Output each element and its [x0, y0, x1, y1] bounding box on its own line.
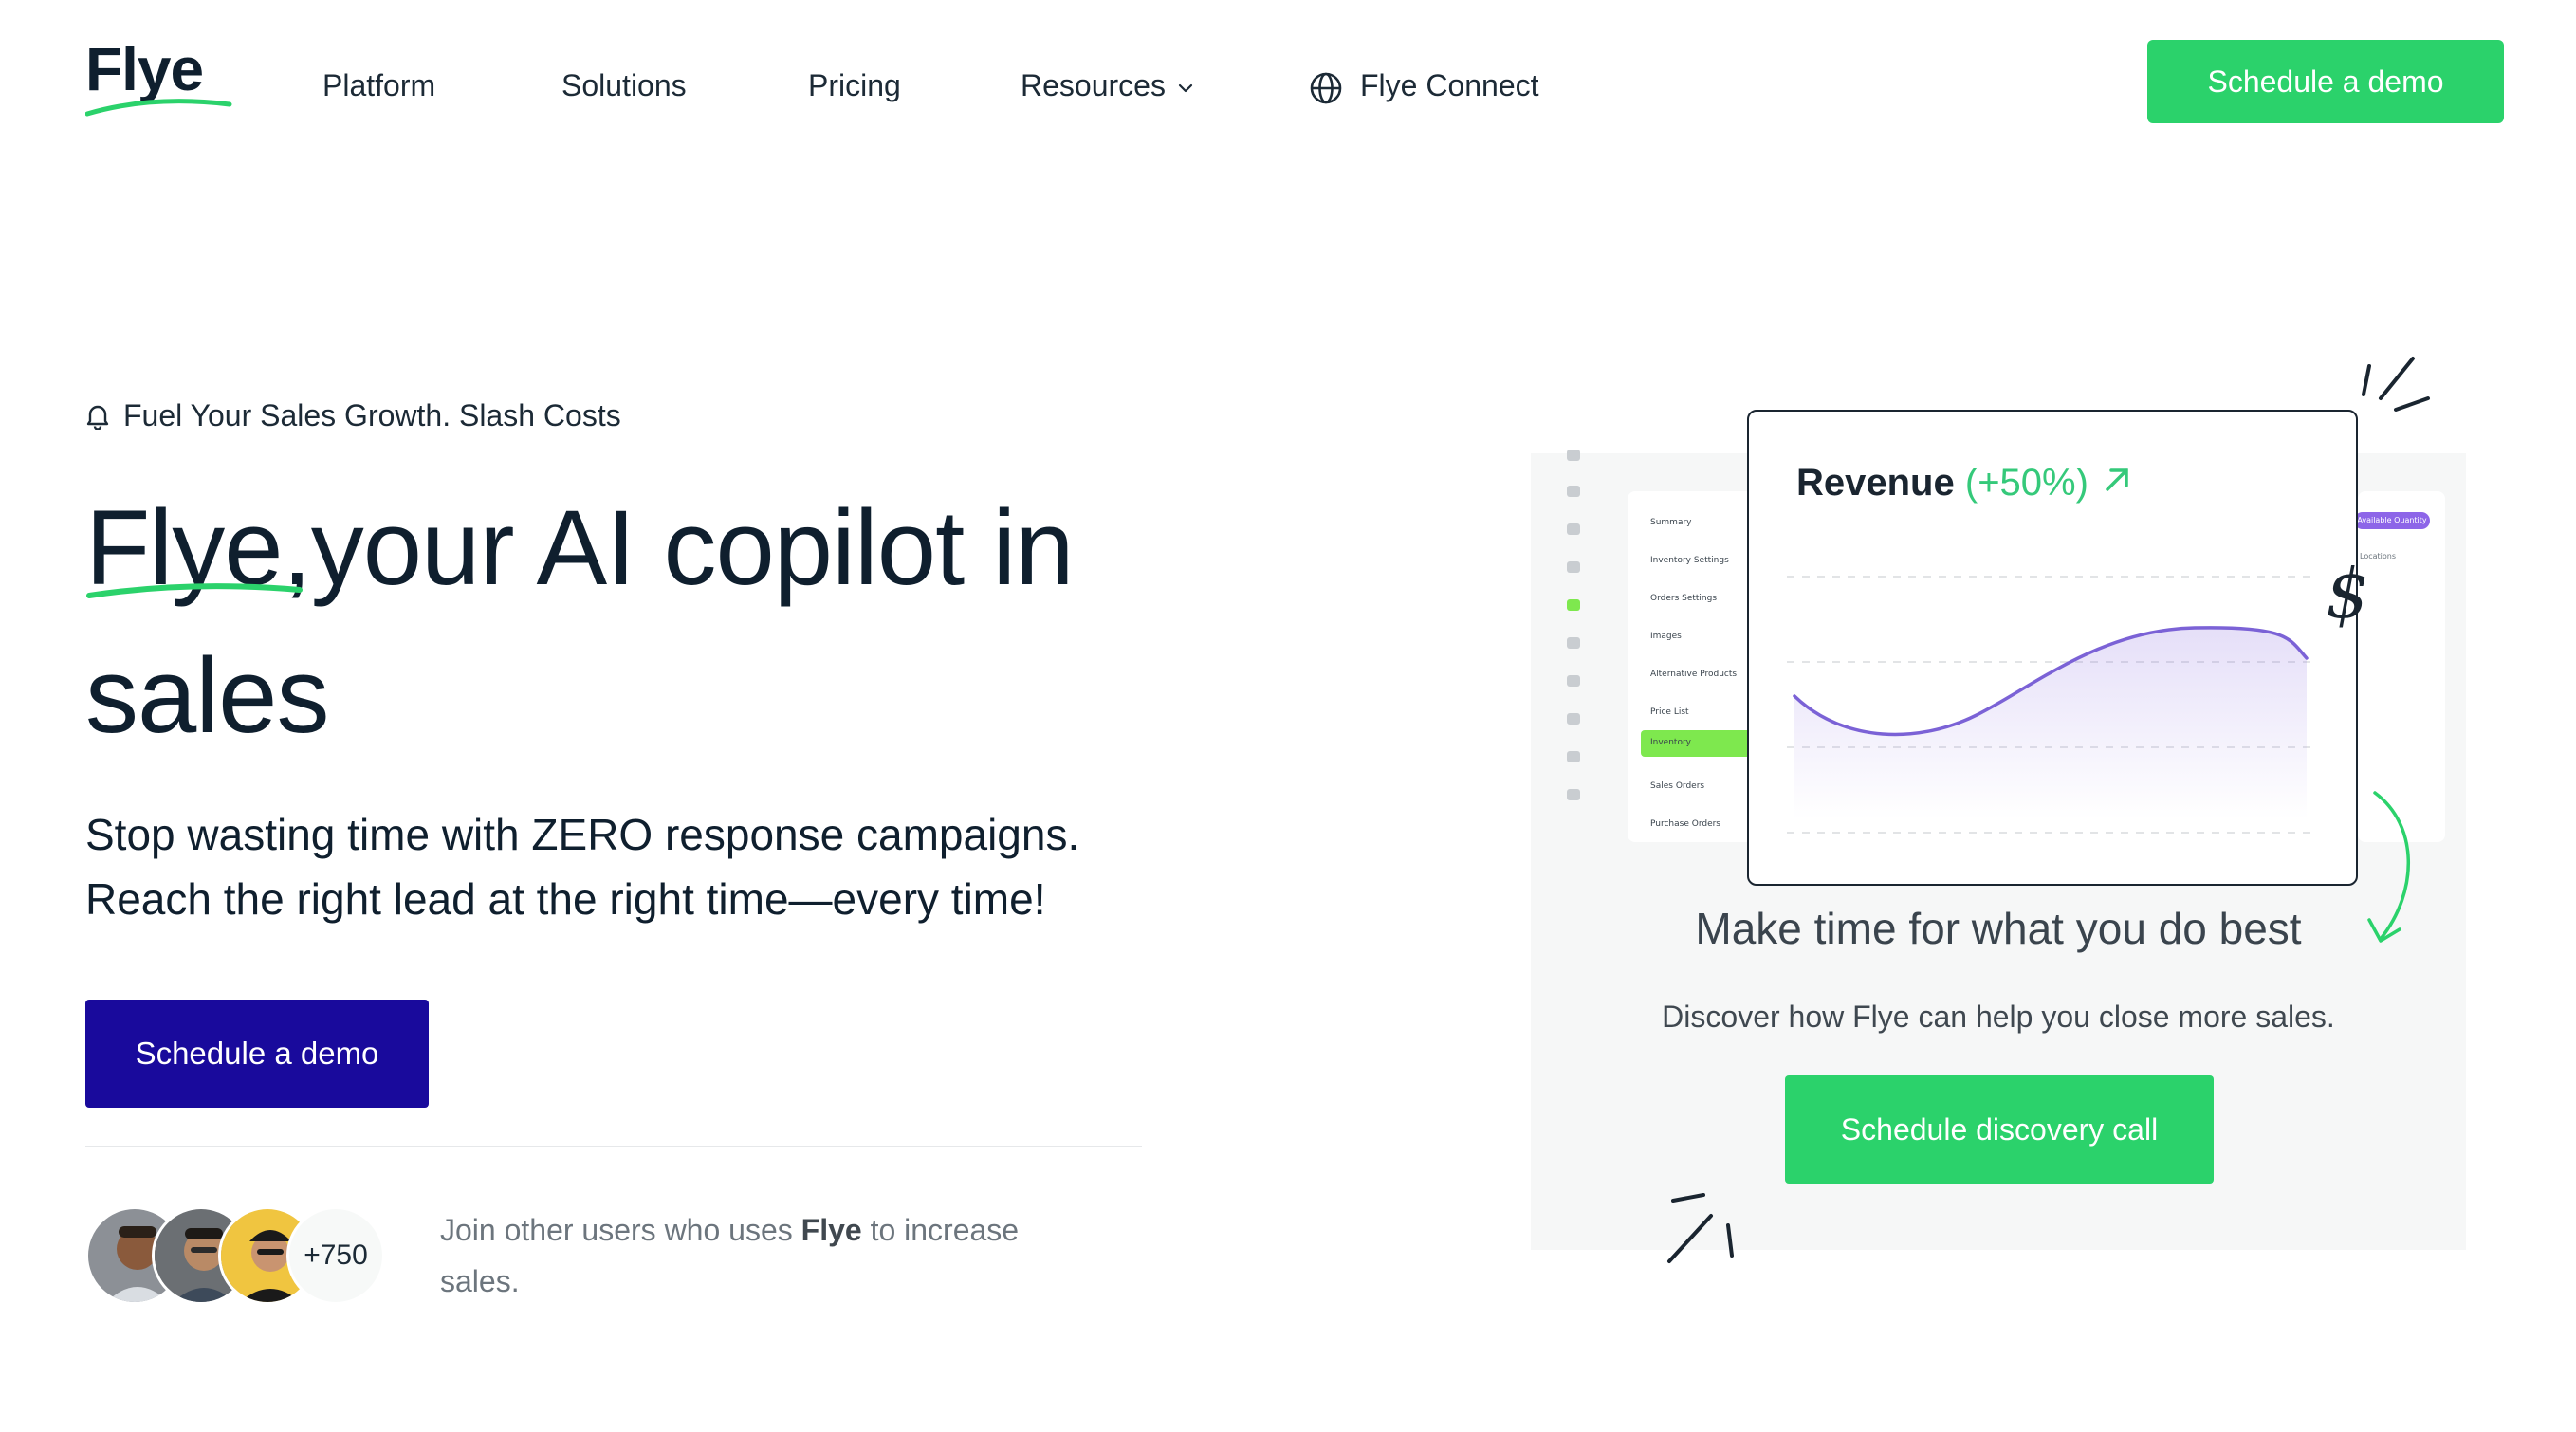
nav-flye-connect-label: Flye Connect	[1360, 68, 1539, 102]
revenue-line-chart	[1787, 576, 2318, 834]
panel-subtitle: Discover how Flye can help you close mor…	[1662, 1000, 2335, 1034]
nav-resources[interactable]: Resources	[1021, 57, 1194, 114]
divider	[85, 1146, 1142, 1147]
dollar-icon: $	[2326, 554, 2369, 633]
mockup-sidebar	[1555, 450, 1593, 829]
dashboard-icon	[1567, 450, 1580, 461]
social-proof-brand: Flye	[800, 1213, 862, 1247]
headline-underline	[86, 583, 303, 598]
mockup-menu-item: Sales Orders	[1650, 781, 1705, 791]
nav-flye-connect[interactable]: Flye Connect	[1309, 57, 1539, 114]
nav-pricing[interactable]: Pricing	[808, 57, 901, 114]
hero-subhead: Stop wasting time with ZERO response cam…	[85, 810, 1080, 924]
schedule-demo-header-button[interactable]: Schedule a demo	[2147, 40, 2504, 123]
sparkle-lines-bottom	[1667, 1193, 1734, 1263]
revenue-card: Revenue (+50%)	[1747, 410, 2358, 886]
logo-swoosh	[85, 99, 232, 117]
mockup-menu-item: Summary	[1650, 518, 1692, 527]
chart-icon	[1567, 637, 1580, 649]
revenue-title: Revenue (+50%)	[1796, 461, 2136, 505]
nav-platform[interactable]: Platform	[322, 57, 435, 114]
schedule-discovery-call-button[interactable]: Schedule discovery call	[1785, 1075, 2214, 1184]
inventory-icon	[1567, 599, 1580, 611]
mockup-menu-item: Price List	[1650, 707, 1689, 717]
social-proof-text: Join other users who uses Flye to increa…	[440, 1213, 1020, 1298]
user-icon	[1567, 486, 1580, 497]
mockup-menu-item-active: Inventory	[1650, 738, 1691, 747]
headline-brand: Flye,	[85, 488, 312, 607]
mockup-menu-item: Inventory Settings	[1650, 556, 1729, 565]
mockup-settings-menu: Summary Inventory Settings Orders Settin…	[1628, 491, 1757, 842]
mockup-menu-item: Purchase Orders	[1650, 819, 1720, 829]
bell-icon	[86, 405, 109, 431]
revenue-change: (+50%)	[1964, 462, 2088, 504]
eyebrow-text: Fuel Your Sales Growth. Slash Costs	[123, 398, 621, 432]
avatar-group: +750	[85, 1206, 389, 1309]
document-icon	[1567, 675, 1580, 687]
chart-area	[1794, 627, 2307, 819]
eyebrow: Fuel Your Sales Growth. Slash Costs	[85, 398, 621, 433]
mockup-tag: Available Quantity	[2354, 512, 2430, 529]
analytics-icon	[1567, 751, 1580, 762]
nav-resources-label: Resources	[1021, 68, 1166, 102]
box-icon	[1567, 523, 1580, 535]
hero-headline: Flye, your AI copilot in sales	[85, 474, 1224, 770]
sparkle-lines-top	[2362, 357, 2430, 412]
users-icon	[1567, 561, 1580, 573]
chevron-down-icon	[1178, 83, 1193, 92]
nav-solutions[interactable]: Solutions	[561, 57, 687, 114]
file-icon	[1567, 713, 1580, 725]
globe-icon	[1310, 72, 1342, 103]
schedule-demo-hero-button[interactable]: Schedule a demo	[85, 1000, 429, 1108]
mockup-menu-item: Alternative Products	[1650, 670, 1738, 679]
panel-title: Make time for what you do best	[1695, 904, 2302, 953]
logo[interactable]: Flye	[85, 34, 237, 119]
mockup-menu-item: Orders Settings	[1650, 594, 1718, 603]
arrow-up-right-icon	[2106, 468, 2128, 491]
mockup-menu-item: Images	[1650, 632, 1682, 641]
user-count-badge: +750	[286, 1206, 385, 1305]
gear-icon	[1567, 789, 1580, 800]
